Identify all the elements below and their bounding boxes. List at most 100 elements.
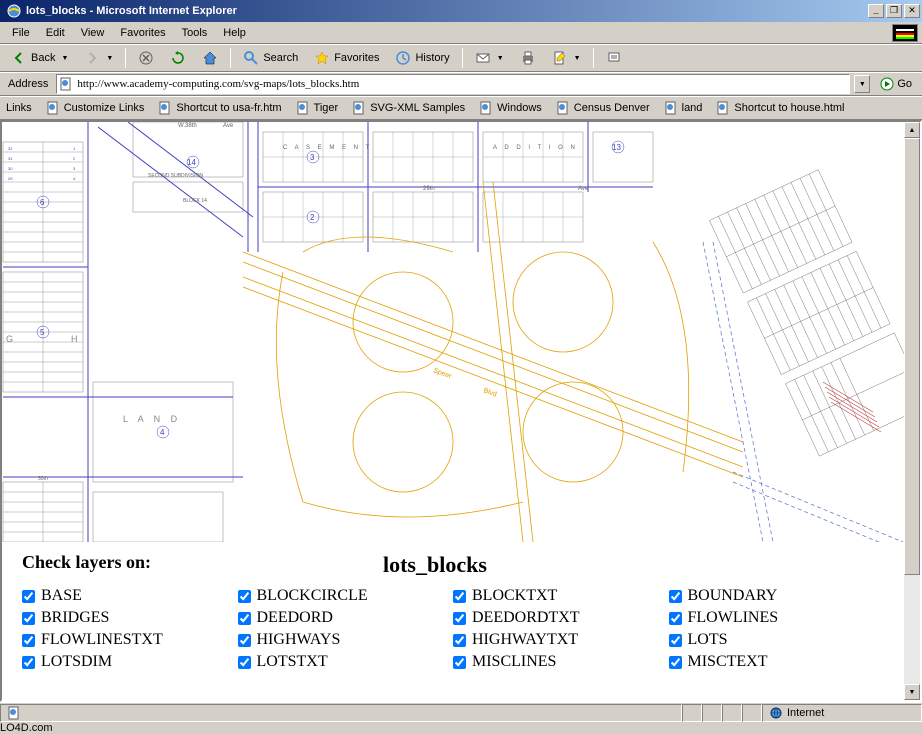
checkbox-base[interactable] xyxy=(22,590,35,603)
stop-button[interactable] xyxy=(131,47,161,69)
checkbox-blocktxt[interactable] xyxy=(453,590,466,603)
menubar: File Edit View Favorites Tools Help xyxy=(0,22,922,44)
checkbox-lotsdim[interactable] xyxy=(22,656,35,669)
favorites-button[interactable]: Favorites xyxy=(307,47,386,69)
link-census[interactable]: Census Denver xyxy=(550,99,656,117)
menu-view[interactable]: View xyxy=(73,25,113,41)
scroll-thumb[interactable] xyxy=(904,138,920,575)
menu-file[interactable]: File xyxy=(4,25,38,41)
link-svgxml[interactable]: SVG-XML Samples xyxy=(346,99,471,117)
svg-text:C A S E M E N T: C A S E M E N T xyxy=(283,145,372,151)
security-zone: Internet xyxy=(762,704,922,722)
address-label: Address xyxy=(4,78,52,90)
scroll-down-button[interactable]: ▼ xyxy=(904,684,920,700)
edit-button[interactable]: ▼ xyxy=(545,47,588,69)
svg-text:4: 4 xyxy=(160,428,165,437)
checkbox-deedordtxt[interactable] xyxy=(453,612,466,625)
scroll-track[interactable] xyxy=(904,138,920,684)
mail-button[interactable]: ▼ xyxy=(468,47,511,69)
menu-tools[interactable]: Tools xyxy=(174,25,216,41)
layer-checkbox-deedordtxt[interactable]: DEEDORDTXT xyxy=(453,609,669,627)
layer-label: BRIDGES xyxy=(41,609,109,627)
layer-checkbox-misclines[interactable]: MISCLINES xyxy=(453,653,669,671)
link-tiger[interactable]: Tiger xyxy=(290,99,345,117)
svg-text:Speer: Speer xyxy=(432,367,453,380)
checkbox-misclines[interactable] xyxy=(453,656,466,669)
svg-text:A D D I T I O N: A D D I T I O N xyxy=(493,145,578,151)
checkbox-flowlines[interactable] xyxy=(669,612,682,625)
checkbox-misctext[interactable] xyxy=(669,656,682,669)
titlebar: lots_blocks - Microsoft Internet Explore… xyxy=(0,0,922,22)
svg-text:Blvd: Blvd xyxy=(482,387,497,398)
layer-label: LOTS xyxy=(688,631,728,649)
status-cell xyxy=(682,704,702,722)
checkbox-highways[interactable] xyxy=(238,634,251,647)
layer-label: HIGHWAYTXT xyxy=(472,631,578,649)
checkbox-flowlinestxt[interactable] xyxy=(22,634,35,647)
checkbox-highwaytxt[interactable] xyxy=(453,634,466,647)
menu-help[interactable]: Help xyxy=(215,25,254,41)
menu-favorites[interactable]: Favorites xyxy=(112,25,173,41)
ie-brand-icon xyxy=(892,24,918,42)
back-button[interactable]: Back▼ xyxy=(4,47,75,69)
history-button[interactable]: History xyxy=(388,47,456,69)
home-button[interactable] xyxy=(195,47,225,69)
layer-label: BOUNDARY xyxy=(688,587,778,605)
globe-icon xyxy=(769,706,783,720)
svg-text:6: 6 xyxy=(40,198,45,207)
search-button[interactable]: Search xyxy=(236,47,305,69)
layer-checkbox-lots[interactable]: LOTS xyxy=(669,631,885,649)
svg-text:G: G xyxy=(6,334,13,344)
svg-text:4: 4 xyxy=(73,176,76,181)
stop-icon xyxy=(138,50,154,66)
checkbox-deedord[interactable] xyxy=(238,612,251,625)
layer-label: HIGHWAYS xyxy=(257,631,341,649)
svg-text:32: 32 xyxy=(8,146,13,151)
layer-checkbox-base[interactable]: BASE xyxy=(22,587,238,605)
url-input[interactable] xyxy=(77,78,847,90)
svg-text:Ave: Ave xyxy=(223,123,234,129)
layer-checkbox-bridges[interactable]: BRIDGES xyxy=(22,609,238,627)
refresh-button[interactable] xyxy=(163,47,193,69)
layer-checkbox-highways[interactable]: HIGHWAYS xyxy=(238,631,454,649)
link-usa-fr[interactable]: Shortcut to usa-fr.htm xyxy=(152,99,287,117)
forward-arrow-icon xyxy=(84,50,100,66)
link-house[interactable]: Shortcut to house.html xyxy=(710,99,850,117)
print-button[interactable] xyxy=(513,47,543,69)
layer-checkbox-lotsdim[interactable]: LOTSDIM xyxy=(22,653,238,671)
url-box[interactable] xyxy=(56,74,850,94)
layer-label: BASE xyxy=(41,587,82,605)
layer-checkbox-boundary[interactable]: BOUNDARY xyxy=(669,587,885,605)
layer-checkbox-blocktxt[interactable]: BLOCKTXT xyxy=(453,587,669,605)
link-land[interactable]: land xyxy=(658,99,709,117)
checkbox-lotstxt[interactable] xyxy=(238,656,251,669)
layer-checkbox-blockcircle[interactable]: BLOCKCIRCLE xyxy=(238,587,454,605)
checkbox-lots[interactable] xyxy=(669,634,682,647)
layer-label: MISCLINES xyxy=(472,653,556,671)
map-viewport[interactable]: L A N D W.38th Ave 29th Ave 30th C A S E… xyxy=(2,122,904,542)
forward-button[interactable]: ▼ xyxy=(77,47,120,69)
layer-checkbox-highwaytxt[interactable]: HIGHWAYTXT xyxy=(453,631,669,649)
checkbox-boundary[interactable] xyxy=(669,590,682,603)
checkbox-bridges[interactable] xyxy=(22,612,35,625)
checkbox-blockcircle[interactable] xyxy=(238,590,251,603)
layer-label: BLOCKTXT xyxy=(472,587,557,605)
vertical-scrollbar[interactable]: ▲ ▼ xyxy=(904,122,920,700)
link-windows[interactable]: Windows xyxy=(473,99,548,117)
layer-checkbox-deedord[interactable]: DEEDORD xyxy=(238,609,454,627)
url-dropdown-button[interactable]: ▼ xyxy=(854,75,870,93)
layer-checkbox-flowlines[interactable]: FLOWLINES xyxy=(669,609,885,627)
go-button[interactable]: Go xyxy=(874,74,918,94)
minimize-button[interactable]: _ xyxy=(868,4,884,18)
link-customize[interactable]: Customize Links xyxy=(40,99,151,117)
close-button[interactable]: ✕ xyxy=(904,4,920,18)
search-icon xyxy=(243,50,259,66)
layer-label: LOTSDIM xyxy=(41,653,112,671)
menu-edit[interactable]: Edit xyxy=(38,25,73,41)
maximize-button[interactable]: ❐ xyxy=(886,4,902,18)
layer-checkbox-lotstxt[interactable]: LOTSTXT xyxy=(238,653,454,671)
layer-checkbox-misctext[interactable]: MISCTEXT xyxy=(669,653,885,671)
discuss-button[interactable] xyxy=(599,47,629,69)
layer-checkbox-flowlinestxt[interactable]: FLOWLINESTXT xyxy=(22,631,238,649)
scroll-up-button[interactable]: ▲ xyxy=(904,122,920,138)
